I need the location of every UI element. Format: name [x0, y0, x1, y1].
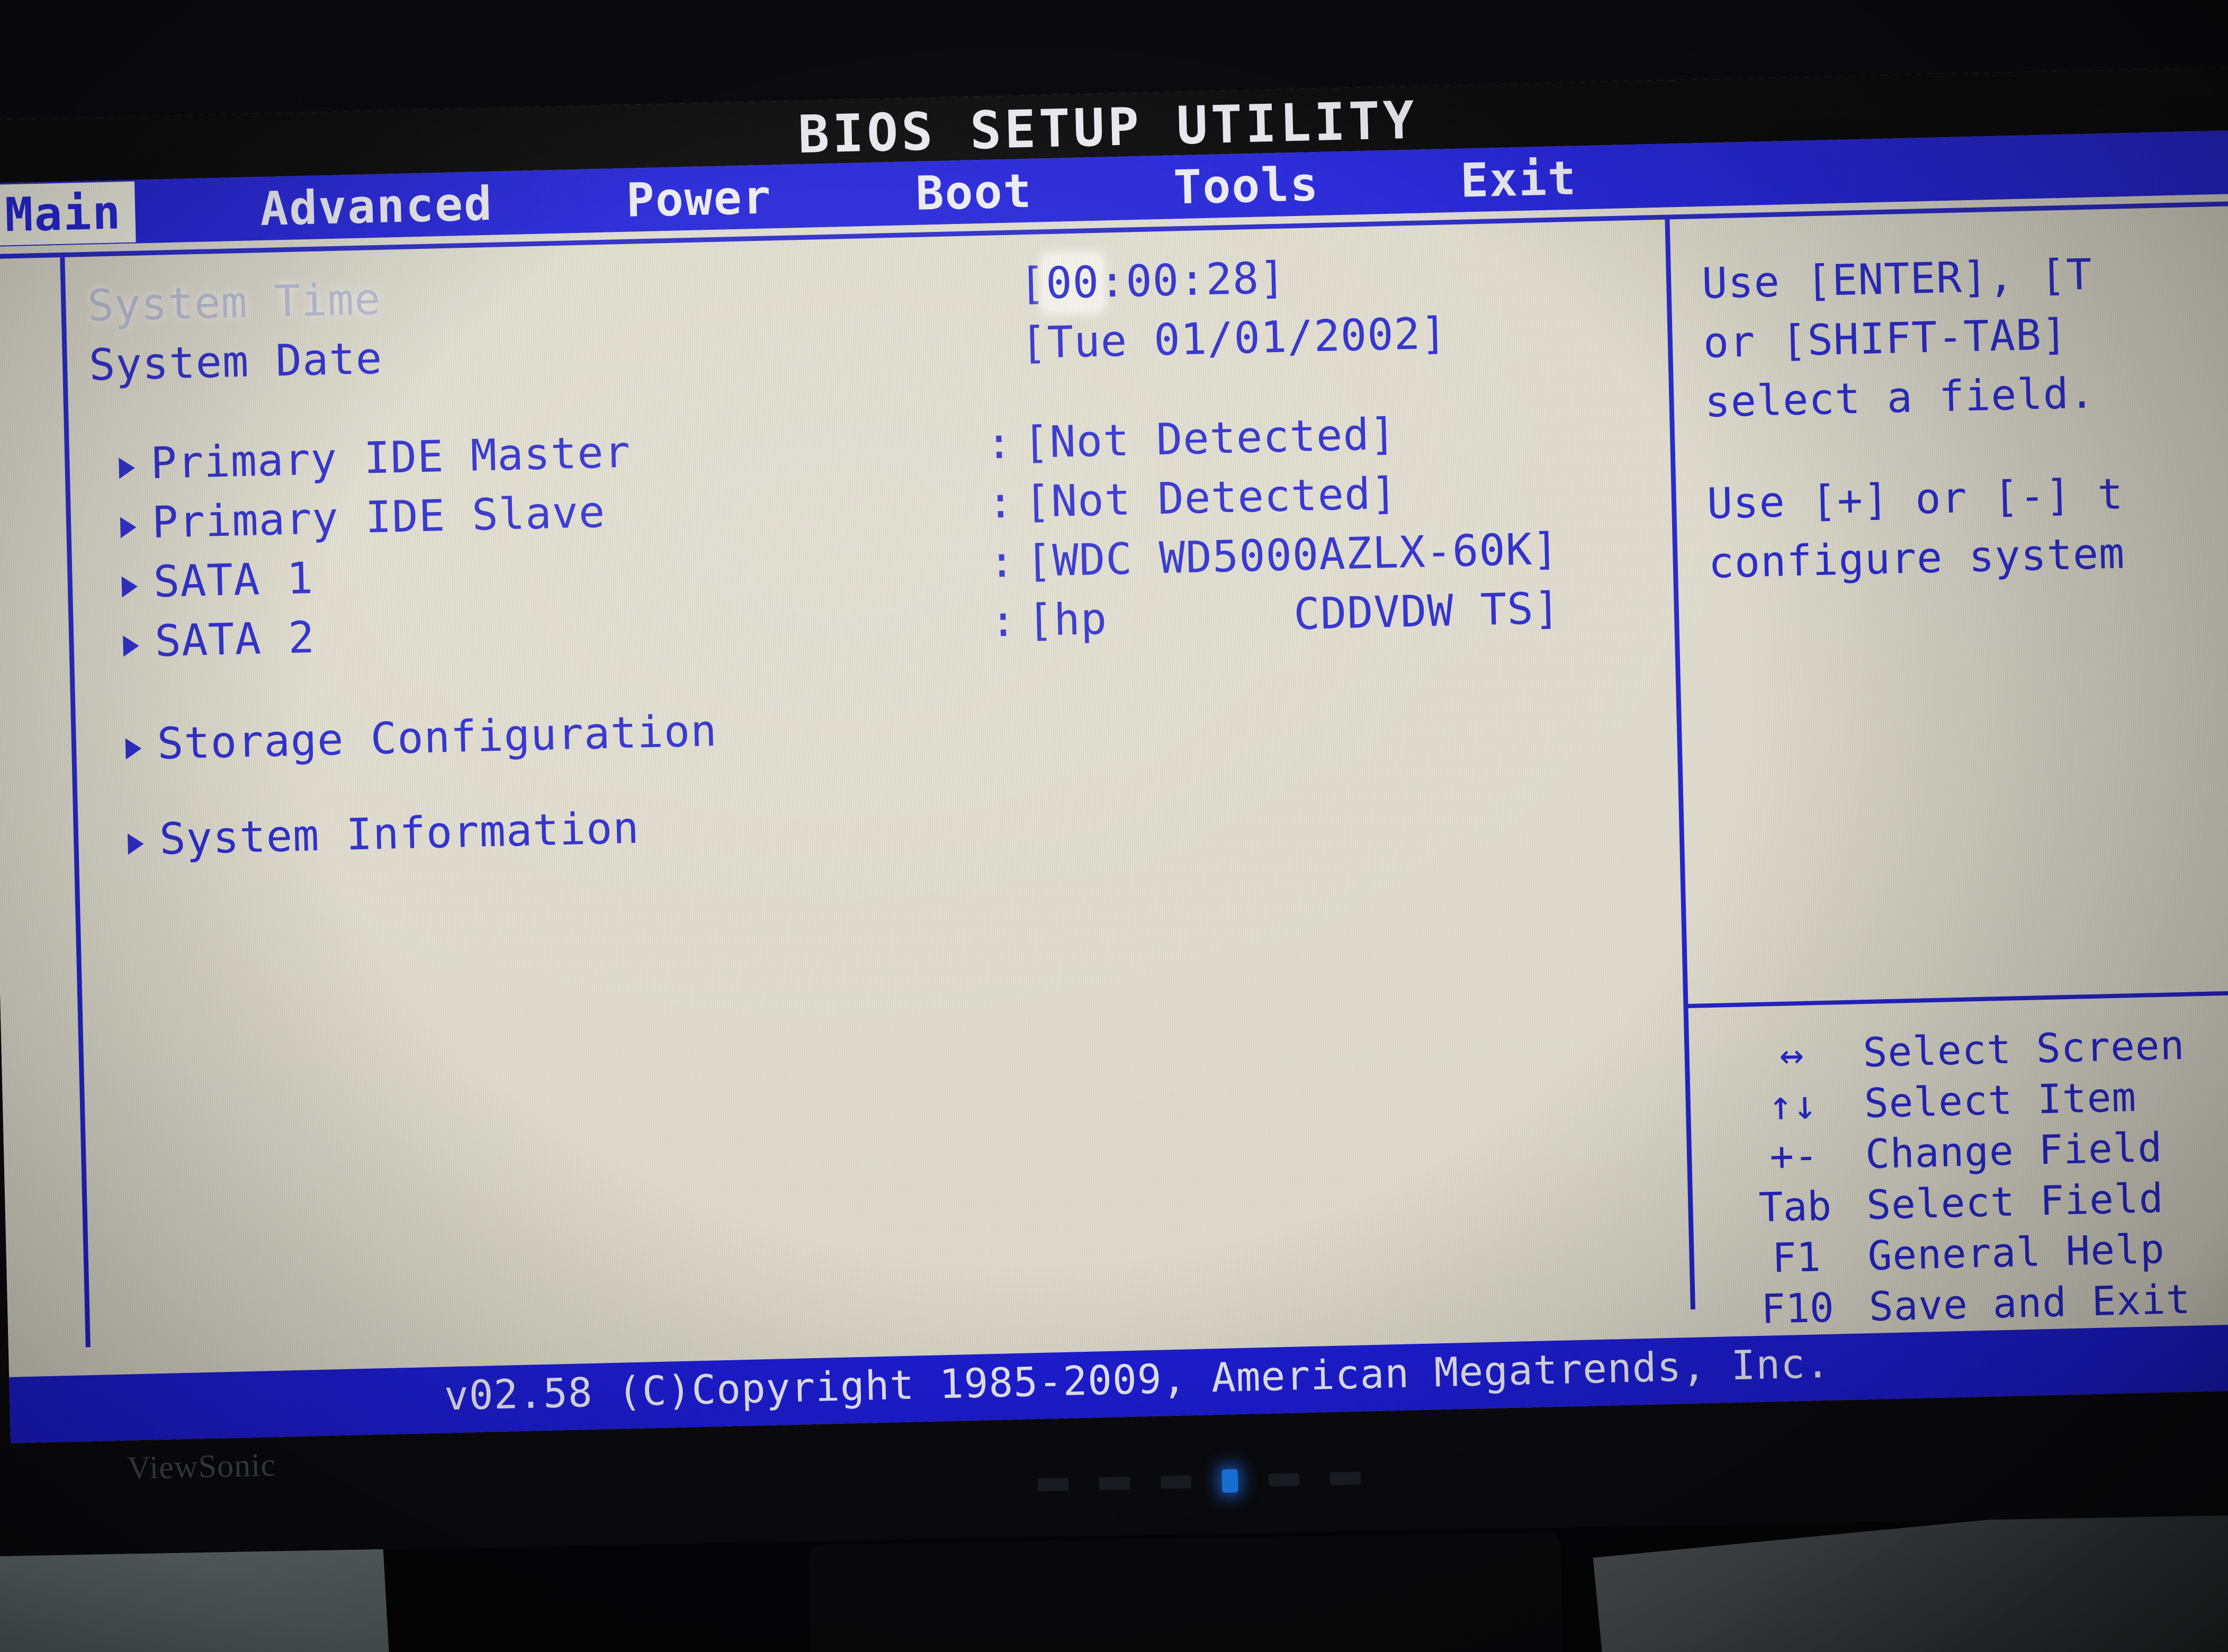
bezel-button-5[interactable] [1329, 1471, 1361, 1485]
setting-label: SATA 2 [122, 612, 316, 667]
legend-description: Select Field [1866, 1174, 2164, 1229]
expand-triangle-icon [120, 516, 137, 538]
setting-value[interactable]: [Tue 01/01/2002] [1020, 308, 1448, 369]
help-text-panel: Use [ENTER], [T or [SHIFT-TAB] select a f… [1701, 241, 2228, 593]
legend-description: General Help [1867, 1225, 2166, 1280]
setting-label-text: System Time [87, 274, 382, 331]
value-colon: : [985, 418, 1013, 469]
menu-tab-advanced[interactable]: Advanced [246, 173, 507, 240]
setting-value[interactable]: [Not Detected] [1024, 468, 1398, 527]
monitor-stand [809, 1531, 1563, 1652]
setting-label: System Date [88, 333, 383, 390]
setting-label-text: Primary IDE Master [150, 427, 632, 489]
monitor-brand-logo: ViewSonic [127, 1447, 276, 1487]
setting-label-text: SATA 1 [152, 553, 315, 607]
monitor-screen: BIOS SETUP UTILITY Main Advanced Power Boot… [0, 67, 2228, 1443]
legend-key: ↔ [1778, 1030, 1804, 1078]
setting-label: System Time [87, 274, 381, 331]
expand-triangle-icon [123, 635, 140, 657]
legend-description: Select Item [1863, 1073, 2137, 1127]
help-text-line: configure system [1708, 528, 2126, 588]
photo-scene: BIOS SETUP UTILITY Main Advanced Power Boot… [0, 0, 2228, 1652]
value-colon: : [986, 477, 1014, 528]
legend-key: +- [1769, 1132, 1819, 1180]
expand-triangle-icon [125, 738, 142, 759]
menu-tab-main[interactable]: Main [0, 181, 136, 246]
bezel-button-3[interactable] [1160, 1475, 1192, 1489]
setting-label-text: SATA 2 [154, 612, 316, 667]
setting-value[interactable]: [00:00:28] [1019, 253, 1287, 309]
setting-label-text: System Date [88, 333, 383, 391]
legend-description: Change Field [1865, 1123, 2163, 1178]
setting-label: Primary IDE Master [118, 427, 631, 489]
setting-value[interactable]: [WDC WD5000AZLX-60K] [1025, 524, 1559, 587]
setting-label: SATA 1 [121, 553, 314, 608]
legend-key: ↑↓ [1768, 1081, 1818, 1129]
bios-screen: BIOS SETUP UTILITY Main Advanced Power Boot… [0, 67, 2228, 1443]
expand-triangle-icon [119, 457, 136, 479]
setting-label-text: System Information [159, 803, 640, 865]
power-led-indicator[interactable] [1221, 1469, 1238, 1493]
value-colon: : [988, 536, 1016, 588]
setting-label-text: Storage Configuration [156, 705, 718, 769]
value-colon: : [989, 596, 1017, 647]
expand-triangle-icon [127, 833, 144, 855]
legend-key: Tab [1758, 1182, 1832, 1231]
setting-label: Primary IDE Slave [120, 487, 606, 549]
legend-key: F10 [1760, 1283, 1835, 1333]
setting-label-text: Primary IDE Slave [151, 487, 606, 548]
setting-label: Storage Configuration [125, 706, 718, 770]
expand-triangle-icon [121, 576, 138, 597]
menu-tab-tools[interactable]: Tools [1159, 153, 1334, 218]
setting-value[interactable]: [hp CDDVDW TS] [1027, 583, 1561, 646]
bezel-button-4[interactable] [1268, 1473, 1300, 1487]
legend-description: Select Screen [1862, 1021, 2186, 1076]
legend-key: F1 [1771, 1233, 1821, 1282]
menu-tab-exit[interactable]: Exit [1446, 147, 1592, 211]
menu-tab-boot[interactable]: Boot [901, 160, 1047, 224]
setting-value[interactable]: [Not Detected] [1022, 409, 1397, 468]
menu-tab-power[interactable]: Power [612, 166, 786, 231]
bezel-button-2[interactable] [1099, 1476, 1130, 1491]
legend-description: Save and Exit [1868, 1275, 2191, 1331]
field-cursor[interactable]: 00 [1045, 257, 1100, 309]
setting-label: System Information [127, 803, 640, 865]
bezel-button-1[interactable] [1037, 1478, 1069, 1492]
